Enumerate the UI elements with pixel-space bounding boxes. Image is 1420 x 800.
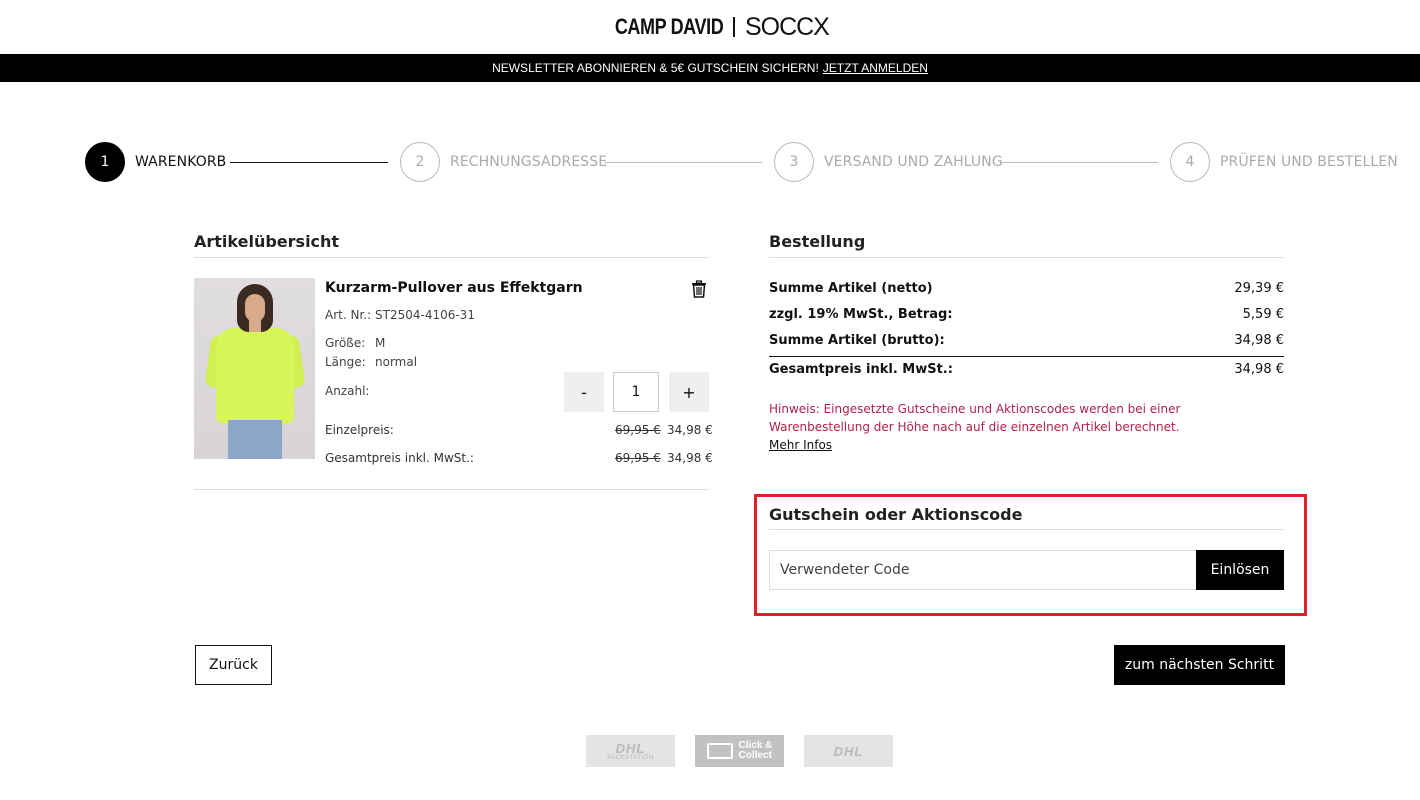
- unit-price-label: Einzelpreis:: [325, 423, 394, 437]
- logo-camp-david: CAMP DAVID: [614, 14, 724, 39]
- vat-value: 5,59 €: [1242, 307, 1284, 322]
- dhl-packstation-text: DHL: [615, 740, 646, 756]
- step-1-label: WARENKORB: [135, 154, 227, 170]
- logo-separator: [733, 17, 735, 37]
- step-connector-1: [230, 162, 388, 163]
- step-3-circle: 3: [774, 142, 814, 182]
- redeem-voucher-button[interactable]: Einlösen: [1196, 550, 1284, 590]
- cart-title: Artikelübersicht: [194, 232, 340, 251]
- unit-price-old: 69,95 €: [615, 423, 661, 437]
- quantity-input[interactable]: [613, 372, 659, 412]
- cart-bottom-divider: [194, 489, 709, 490]
- logo-soccx: SOCCX: [744, 12, 830, 41]
- length-value: normal: [375, 355, 418, 369]
- dhl-logo: DHL: [804, 735, 893, 767]
- total-price-new: 34,98 €: [667, 451, 713, 465]
- voucher-notice: Hinweis: Eingesetzte Gutscheine und Akti…: [769, 402, 1181, 434]
- step-2-circle: 2: [400, 142, 440, 182]
- store-icon: [706, 743, 733, 759]
- quantity-decrease-button[interactable]: -: [564, 372, 604, 412]
- step-2-label: RECHNUNGSADRESSE: [450, 154, 608, 170]
- step-4-label: PRÜFEN UND BESTELLEN: [1220, 154, 1398, 170]
- product-name[interactable]: Kurzarm-Pullover aus Effektgarn: [325, 280, 583, 296]
- step-3-label: VERSAND UND ZAHLUNG: [824, 154, 1003, 170]
- voucher-code-input[interactable]: [769, 550, 1197, 590]
- product-image[interactable]: [194, 278, 315, 459]
- step-connector-3: [1000, 162, 1158, 163]
- quantity-label: Anzahl:: [325, 384, 370, 398]
- unit-price-new: 34,98 €: [667, 423, 713, 437]
- promo-text: NEWSLETTER ABONNIEREN & 5€ GUTSCHEIN SIC…: [492, 61, 819, 75]
- sum-gross-row: Summe Artikel (brutto): 34,98 €: [769, 333, 1284, 348]
- sum-net-row: Summe Artikel (netto) 29,39 €: [769, 281, 1284, 296]
- size-value: M: [375, 336, 386, 350]
- art-nr-value: ST2504-4106-31: [375, 308, 475, 322]
- packstation-text: PACKSTATION: [607, 754, 654, 761]
- sum-gross-value: 34,98 €: [1234, 333, 1284, 348]
- vat-row: zzgl. 19% MwSt., Betrag: 5,59 €: [769, 307, 1284, 322]
- sum-net-value: 29,39 €: [1234, 281, 1284, 296]
- newsletter-promo-bar: NEWSLETTER ABONNIEREN & 5€ GUTSCHEIN SIC…: [0, 54, 1420, 82]
- dhl-packstation-logo: DHL PACKSTATION: [586, 735, 675, 767]
- grand-total-label: Gesamtpreis inkl. MwSt.:: [769, 362, 953, 377]
- order-title-divider: [769, 257, 1284, 258]
- quantity-increase-button[interactable]: +: [669, 372, 709, 412]
- step-connector-2: [604, 162, 762, 163]
- total-divider: [769, 356, 1284, 357]
- back-button[interactable]: Zurück: [195, 645, 272, 685]
- sum-gross-label: Summe Artikel (brutto):: [769, 333, 945, 348]
- newsletter-signup-link[interactable]: JETZT ANMELDEN: [823, 61, 928, 75]
- click-collect-logo: Click & Collect: [695, 735, 784, 767]
- vat-label: zzgl. 19% MwSt., Betrag:: [769, 307, 953, 322]
- cart-title-divider: [194, 257, 709, 258]
- step-1-circle: 1: [85, 142, 125, 182]
- size-label: Größe:: [325, 336, 366, 350]
- trash-icon[interactable]: [690, 280, 708, 298]
- grand-total-row: Gesamtpreis inkl. MwSt.: 34,98 €: [769, 362, 1284, 377]
- voucher-title: Gutschein oder Aktionscode: [769, 505, 1023, 524]
- site-header: CAMP DAVID SOCCX: [0, 0, 1420, 54]
- checkout-steps: 1 WARENKORB 2 RECHNUNGSADRESSE 3 VERSAND…: [85, 142, 1398, 182]
- total-price-old: 69,95 €: [615, 451, 661, 465]
- more-info-link[interactable]: Mehr Infos: [769, 438, 832, 452]
- dhl-text: DHL: [833, 743, 864, 759]
- length-label: Länge:: [325, 355, 366, 369]
- next-step-button[interactable]: zum nächsten Schritt: [1114, 645, 1285, 685]
- order-title: Bestellung: [769, 232, 866, 251]
- click-collect-text: Click & Collect: [738, 740, 773, 761]
- total-price-label: Gesamtpreis inkl. MwSt.:: [325, 451, 474, 465]
- voucher-title-divider: [769, 529, 1284, 530]
- art-nr-label: Art. Nr.:: [325, 308, 372, 322]
- brand-logo[interactable]: CAMP DAVID SOCCX: [591, 12, 830, 42]
- shipping-logos: DHL PACKSTATION Click & Collect DHL: [586, 735, 893, 767]
- grand-total-value: 34,98 €: [1234, 362, 1284, 377]
- step-4-circle: 4: [1170, 142, 1210, 182]
- sum-net-label: Summe Artikel (netto): [769, 281, 933, 296]
